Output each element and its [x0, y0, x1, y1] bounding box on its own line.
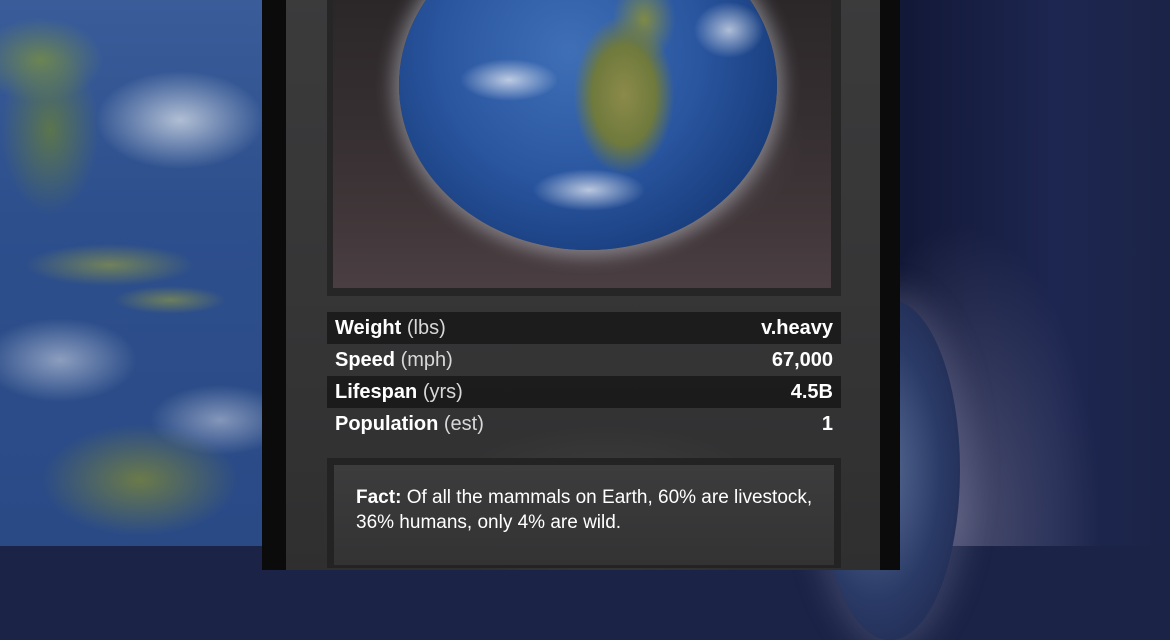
card-art [333, 0, 831, 288]
stat-value: 4.5B [790, 380, 833, 403]
fact-label: Fact: [356, 487, 402, 508]
stat-label: Population (est) [335, 412, 484, 435]
fact-text: Fact: Of all the mammals on Earth, 60% a… [356, 485, 826, 535]
stats-table: Weight (lbs) v.heavy Speed (mph) 67,000 … [327, 312, 841, 440]
stat-row-lifespan: Lifespan (yrs) 4.5B [327, 376, 841, 408]
stat-row-population: Population (est) 1 [327, 408, 841, 440]
stat-value: 1 [821, 412, 833, 435]
stat-row-speed: Speed (mph) 67,000 [327, 344, 841, 376]
fact-body: Of all the mammals on Earth, 60% are liv… [356, 487, 813, 533]
stat-value: v.heavy [761, 316, 833, 339]
stat-label: Weight (lbs) [335, 316, 446, 339]
stat-value: 67,000 [771, 348, 833, 371]
stat-label: Speed (mph) [335, 348, 453, 371]
stat-row-weight: Weight (lbs) v.heavy [327, 312, 841, 344]
stat-label: Lifespan (yrs) [335, 380, 463, 403]
background-earth-satellite-view [0, 0, 300, 546]
